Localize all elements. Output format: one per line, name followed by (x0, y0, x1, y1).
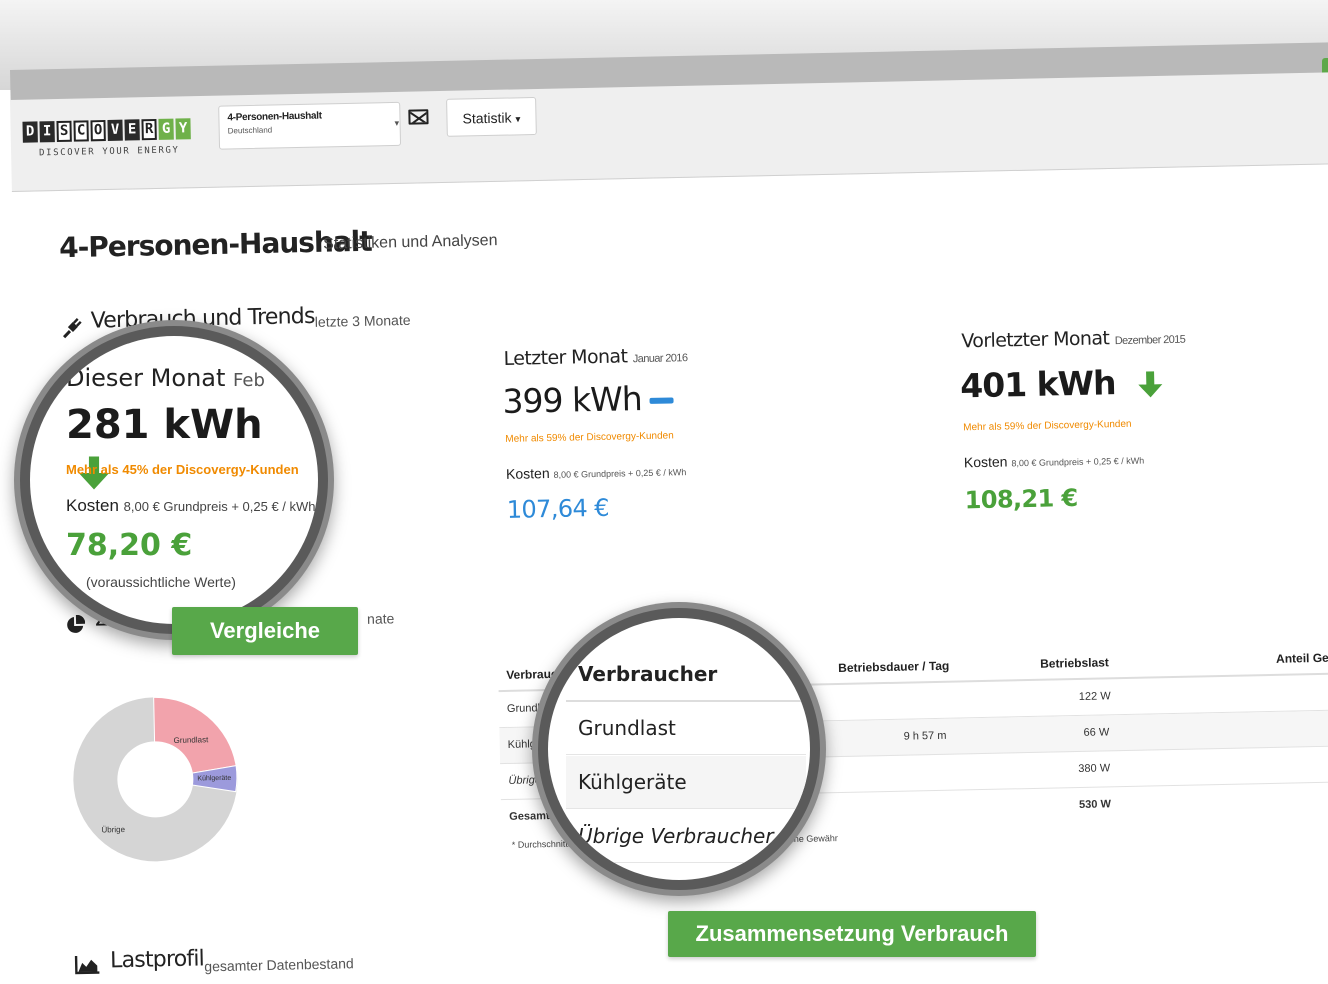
table-cell: 530 W (1078, 798, 1112, 811)
prev-month-cost-detail: 8,00 € Grundpreis + 0,25 € / kWh (1011, 455, 1145, 469)
table-cell: Übrige V (508, 774, 552, 787)
this-month-cost-detail: 8,00 € Grundpreis + 0,25 € / kWh (123, 499, 316, 514)
last-month-compare: Mehr als 59% der Discovergy-Kunden (505, 430, 674, 445)
caret-down-icon: ▾ (515, 114, 521, 126)
table-cell: 9 h 57 m (903, 729, 947, 743)
last-month-date: Januar 2016 (632, 352, 688, 366)
prev-month-compare: Mehr als 59% der Discovergy-Kunden (963, 418, 1132, 434)
this-month-title: Dieser Monat Feb (66, 364, 265, 392)
table-header-cell[interactable]: Anteil Ges (1276, 651, 1328, 666)
magnifier-this-month: Dieser Monat Feb 281 kWh Mehr als 45% de… (30, 336, 318, 624)
last-month-cost: Kosten 8,00 € Grundpreis + 0,25 € / kWh (506, 462, 687, 482)
prev-month-kwh: 401 kWh (960, 362, 1164, 405)
section-sub-lastprofil: gesamter Datenbestand (204, 955, 354, 975)
this-month-kwh-value: 281 kWh (66, 402, 263, 448)
logo-letter: C (73, 120, 89, 142)
this-month-cost-label: Kosten (66, 496, 119, 515)
logo-letter: V (107, 119, 123, 141)
statistik-label: Statistik (462, 109, 512, 127)
prev-month-cost: Kosten 8,00 € Grundpreis + 0,25 € / kWh (963, 451, 1145, 471)
vergleiche-label: Vergleiche (172, 607, 358, 655)
table-header-cell[interactable]: Betriebslast (1040, 655, 1109, 670)
section-heading-lastprofil: Lastprofil (109, 946, 205, 974)
prev-month-cost-label: Kosten (963, 453, 1008, 471)
logo-letter: E (124, 119, 140, 141)
this-month-label: Dieser Monat (66, 364, 226, 392)
donut-label-kuehlgeraete: Kühlgeräte (197, 775, 231, 783)
logo-letter: I (39, 121, 55, 143)
meter-select[interactable]: 4-Personen-Haushalt Deutschland (218, 101, 402, 150)
section-sub-zusammensetzung: nate (366, 610, 395, 627)
this-month-euro: 78,20 € (66, 528, 193, 563)
last-month-kwh-value: 399 kWh (502, 379, 643, 421)
table-cell: 66 W (1083, 726, 1110, 739)
section-heading-verbrauch: Verbrauch und Trends (90, 303, 315, 334)
magnifier-consumer-table: Verbraucher Grundlast Kühlgeräte Übrige … (548, 618, 810, 880)
section-sub-verbrauch: letzte 3 Monate (314, 311, 411, 330)
magnified-row: Grundlast (566, 702, 806, 755)
prev-month-euro: 108,21 € (964, 483, 1078, 515)
last-month-euro: 107,64 € (506, 493, 610, 524)
this-month-note: (voraussichtliche Werte) (86, 574, 236, 590)
logo-letter: D (22, 121, 38, 143)
mail-icon[interactable] (408, 109, 429, 125)
last-month-kwh: 399 kWh (502, 378, 674, 421)
this-month-date: Feb (233, 370, 265, 391)
caret-down-icon[interactable]: ▾ (394, 118, 399, 129)
donut-label-grundlast: Grundlast (173, 735, 209, 745)
prev-month-label: Vorletzter Monat (961, 327, 1110, 353)
logo-letters: D I S C O V E R G Y (22, 118, 191, 143)
last-month-cost-detail: 8,00 € Grundpreis + 0,25 € / kWh (553, 467, 687, 480)
zusammensetzung-verbrauch-label: Zusammensetzung Verbrauch (668, 911, 1036, 957)
meter-name: 4-Personen-Haushalt (227, 110, 322, 124)
table-cell: Gesamt (509, 810, 550, 823)
logo-letter: R (141, 118, 157, 141)
trend-down-icon (1138, 370, 1163, 397)
meter-country: Deutschland (227, 125, 273, 136)
magnified-row: Kühlgeräte (566, 756, 806, 809)
discovergy-logo[interactable]: D I S C O V E R G Y DISCOVER YOUR ENERGY (22, 118, 191, 159)
this-month-kwh: 281 kWh (66, 402, 318, 494)
magnified-row: Gesamt (566, 864, 806, 880)
magnified-row: Übrige Verbraucher (566, 810, 806, 863)
magnified-header: Verbraucher (566, 648, 806, 702)
prev-month-date: Dezember 2015 (1114, 333, 1186, 348)
pie-chart-icon (67, 614, 86, 633)
last-month-title: Letzter Monat Januar 2016 (503, 344, 687, 370)
table-cell: Grundlast (506, 701, 555, 715)
this-month-cost: Kosten 8,00 € Grundpreis + 0,25 € / kWh (66, 496, 316, 516)
table-header-cell[interactable]: Betriebsdauer / Tag (838, 659, 949, 675)
logo-letter: O (90, 120, 106, 142)
prev-month-title: Vorletzter Monat Dezember 2015 (961, 326, 1186, 353)
logo-letter: G (158, 118, 174, 140)
consumption-donut-chart[interactable]: Grundlast Kühlgeräte Übrige (68, 665, 293, 890)
plug-icon (63, 318, 82, 339)
prev-month-kwh-value: 401 kWh (959, 363, 1116, 406)
statistik-dropdown-button[interactable]: Statistik ▾ (446, 96, 537, 137)
trend-neutral-icon (649, 396, 674, 404)
area-chart-icon (74, 956, 100, 975)
last-month-cost-label: Kosten (505, 465, 550, 482)
table-cell: 122 W (1078, 690, 1111, 703)
donut-label-uebrige: Übrige (101, 825, 125, 835)
logo-letter: Y (175, 118, 191, 140)
logo-tagline: DISCOVER YOUR ENERGY (39, 145, 180, 159)
logo-letter: S (56, 120, 72, 143)
table-cell: 380 W (1078, 762, 1111, 776)
this-month-compare: Mehr als 45% der Discovergy-Kunden (66, 462, 299, 477)
page-subtitle: Statistiken und Analysen (323, 232, 498, 253)
last-month-label: Letzter Monat (503, 345, 628, 370)
